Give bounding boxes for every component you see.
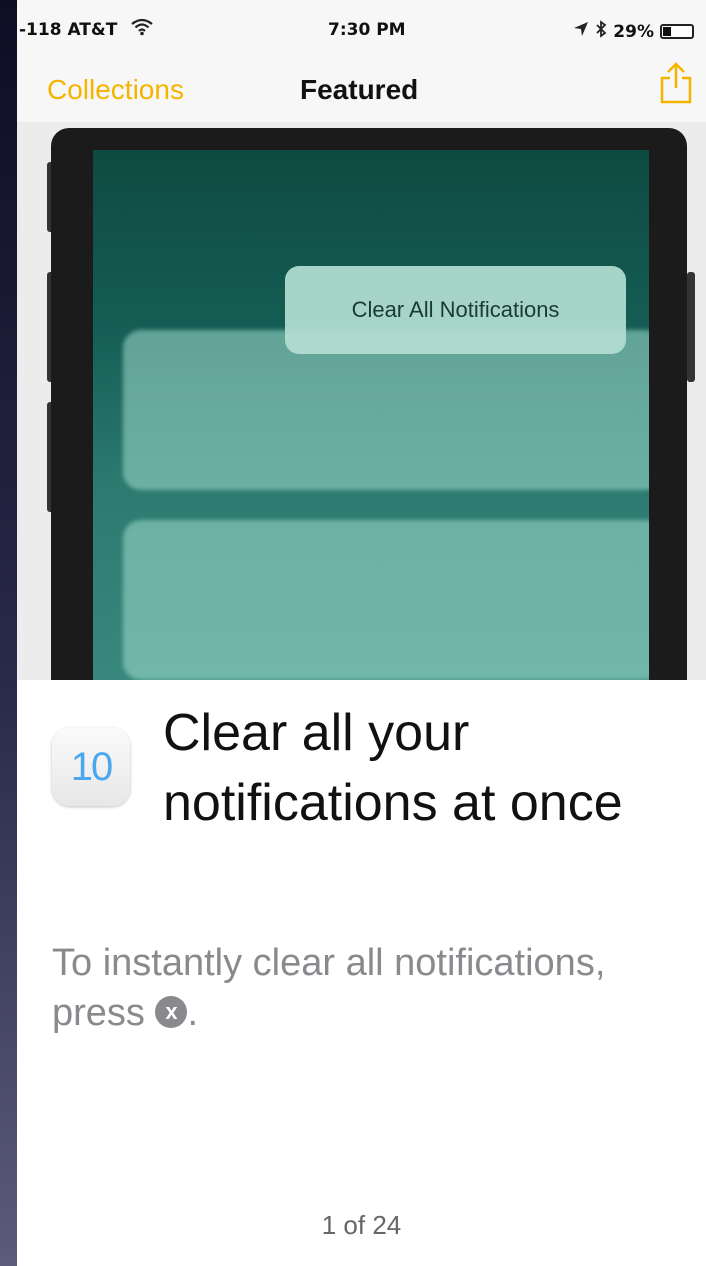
battery-percent: 29% bbox=[613, 21, 654, 42]
tip-body: To instantly clear all notifications, pr… bbox=[52, 938, 672, 1038]
collections-back-button[interactable]: Collections bbox=[47, 74, 184, 106]
blurred-notification bbox=[123, 520, 649, 680]
phone-side-button bbox=[687, 272, 695, 382]
tip-headline: Clear all your notifications at once bbox=[163, 704, 623, 832]
carrier-label: -118 AT&T bbox=[19, 20, 118, 40]
battery-fill bbox=[663, 27, 671, 36]
location-icon bbox=[573, 21, 589, 42]
share-icon[interactable] bbox=[654, 60, 698, 104]
tip-body-period: . bbox=[187, 992, 199, 1034]
tip-body-text: To instantly clear all notifications, pr… bbox=[52, 942, 606, 1034]
notification-center-screen bbox=[93, 150, 649, 680]
navigation-bar: Collections Featured bbox=[17, 60, 706, 122]
page-counter: 1 of 24 bbox=[321, 1210, 402, 1240]
ios10-icon: 10 bbox=[52, 728, 130, 806]
bluetooth-icon bbox=[595, 20, 607, 43]
page-title: Featured bbox=[300, 74, 419, 105]
phone-screen: -118 AT&T 7:30 PM 29% Collections Featur… bbox=[17, 0, 706, 1266]
tip-hero-image: Clear All Notifications bbox=[17, 122, 706, 680]
status-bar: -118 AT&T 7:30 PM 29% bbox=[17, 0, 706, 60]
status-right: 29% bbox=[573, 20, 694, 43]
battery-icon bbox=[660, 24, 694, 39]
close-circle-icon: x bbox=[155, 995, 188, 1028]
clear-all-notifications-popup: Clear All Notifications bbox=[285, 266, 626, 354]
wifi-icon bbox=[131, 18, 153, 41]
tip-content: 10 Clear all your notifications at once … bbox=[17, 680, 706, 1266]
blurred-notification bbox=[123, 330, 649, 490]
clock: 7:30 PM bbox=[328, 20, 406, 40]
